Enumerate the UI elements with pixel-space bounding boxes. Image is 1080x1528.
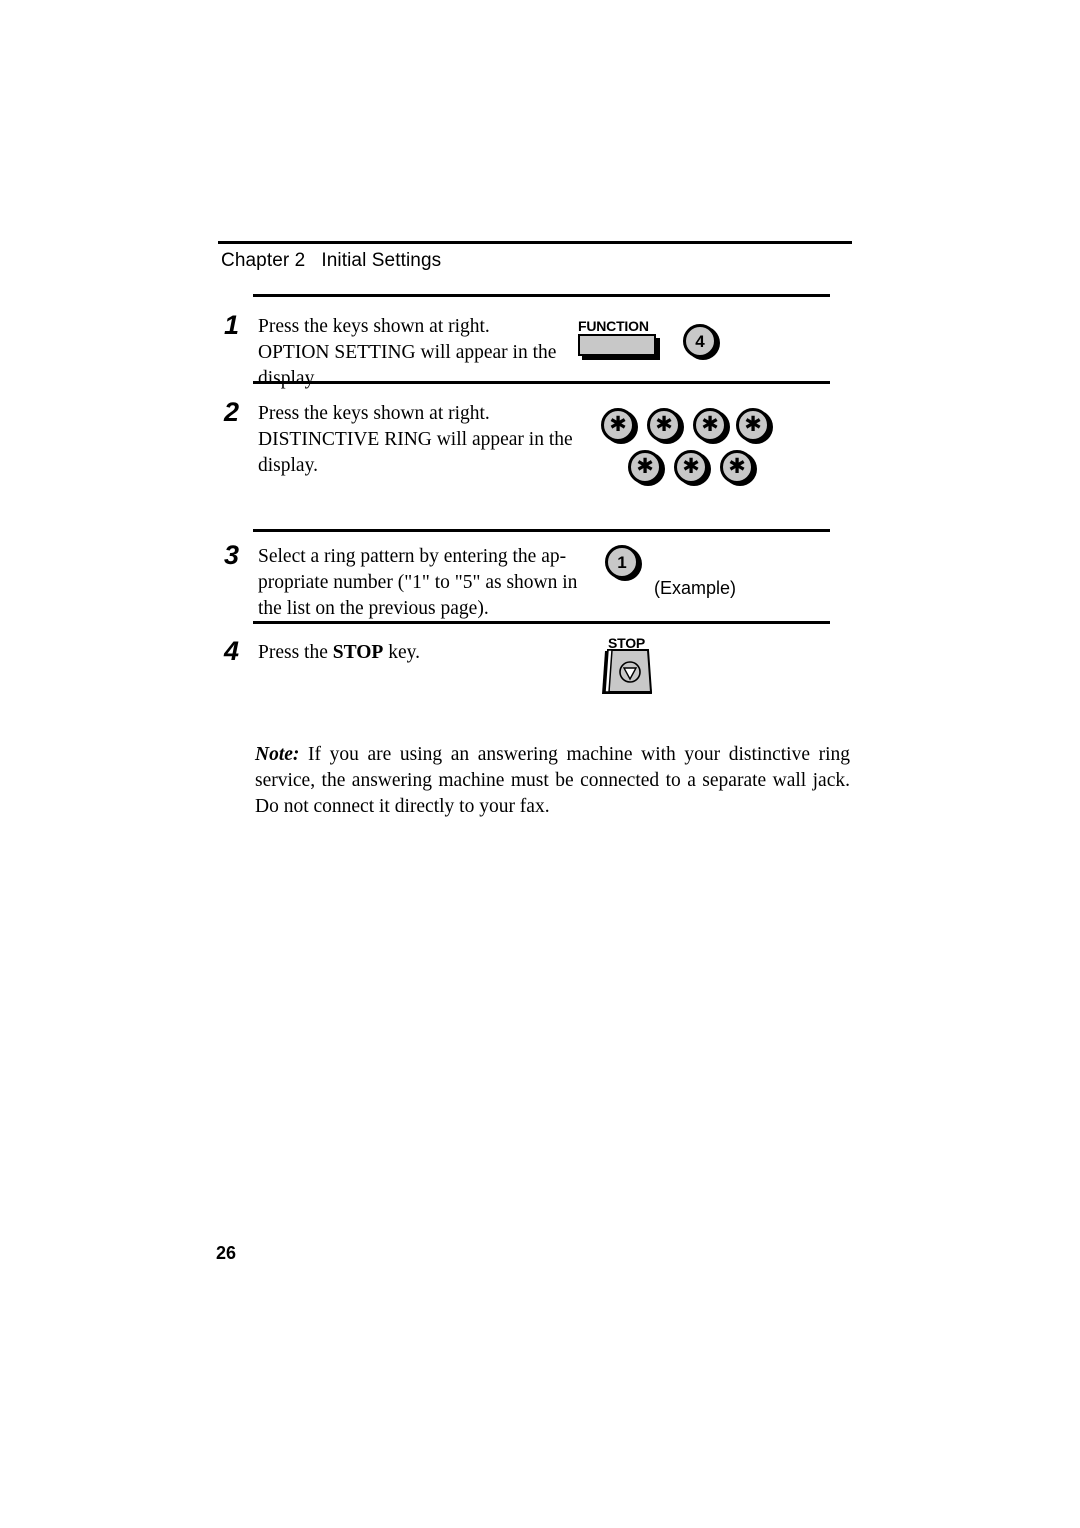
step-2-line-1: Press the keys shown at right. bbox=[258, 403, 490, 424]
step-number-2: 2 bbox=[224, 397, 240, 427]
chapter-title: Initial Settings bbox=[321, 250, 442, 271]
function-key-label: FUNCTION bbox=[578, 318, 649, 334]
header-rule bbox=[218, 241, 852, 244]
numeric-key-4[interactable]: 4 bbox=[683, 324, 717, 358]
step-text-2: Press the keys shown at right. DISTINCTI… bbox=[258, 401, 578, 479]
step-text-4: Press the STOP key. bbox=[258, 640, 558, 666]
step-rule-1 bbox=[253, 294, 830, 297]
step-1-line-1: Press the keys shown at right. bbox=[258, 316, 490, 337]
step-4-stop-word: STOP bbox=[332, 642, 384, 663]
function-key[interactable] bbox=[578, 334, 656, 356]
note-paragraph: Note: If you are using an answering mach… bbox=[255, 742, 850, 820]
chapter-heading: Chapter 2 Initial Settings bbox=[221, 250, 441, 272]
star-key-4[interactable]: ✱ bbox=[736, 408, 770, 442]
page-number: 26 bbox=[216, 1243, 237, 1263]
step-2-line-2: DISTINCTIVE RING will appear in the bbox=[258, 429, 573, 450]
star-key-6[interactable]: ✱ bbox=[674, 450, 708, 484]
step-1-line-3: display. bbox=[258, 368, 318, 389]
stop-key[interactable] bbox=[598, 648, 660, 700]
step-3-line-1: Select a ring pattern by entering the ap… bbox=[258, 546, 567, 567]
step-4-line-1: Press the STOP key. bbox=[258, 640, 558, 666]
star-key-2[interactable]: ✱ bbox=[647, 408, 681, 442]
step-2-line-3: display. bbox=[258, 455, 318, 476]
step-3-line-2: propriate number ("1" to "5" as shown in bbox=[258, 572, 578, 593]
numeric-key-1[interactable]: 1 bbox=[605, 545, 639, 579]
step-rule-2 bbox=[253, 381, 830, 384]
step-4-prefix: Press the bbox=[258, 642, 333, 663]
step-4-suffix: key. bbox=[383, 642, 420, 663]
step-rule-3 bbox=[253, 529, 830, 532]
step-number-3: 3 bbox=[224, 540, 240, 570]
manual-page: Chapter 2 Initial Settings 1 Press the ke… bbox=[0, 0, 1080, 1528]
note-keyword: Note: bbox=[255, 744, 300, 765]
step-1-line-2: OPTION SETTING will appear in the bbox=[258, 342, 557, 363]
step-number-4: 4 bbox=[224, 636, 240, 666]
step-text-3: Select a ring pattern by entering the ap… bbox=[258, 544, 588, 622]
chapter-label: Chapter 2 bbox=[221, 250, 306, 271]
note-body: If you are using an answering machine wi… bbox=[255, 744, 850, 817]
star-key-5[interactable]: ✱ bbox=[628, 450, 662, 484]
step-number-1: 1 bbox=[224, 310, 240, 340]
example-caption: (Example) bbox=[654, 578, 737, 598]
step-rule-4 bbox=[253, 621, 830, 624]
step-3-line-3: the list on the previous page). bbox=[258, 598, 489, 619]
star-key-1[interactable]: ✱ bbox=[601, 408, 635, 442]
star-key-3[interactable]: ✱ bbox=[693, 408, 727, 442]
star-key-7[interactable]: ✱ bbox=[720, 450, 754, 484]
